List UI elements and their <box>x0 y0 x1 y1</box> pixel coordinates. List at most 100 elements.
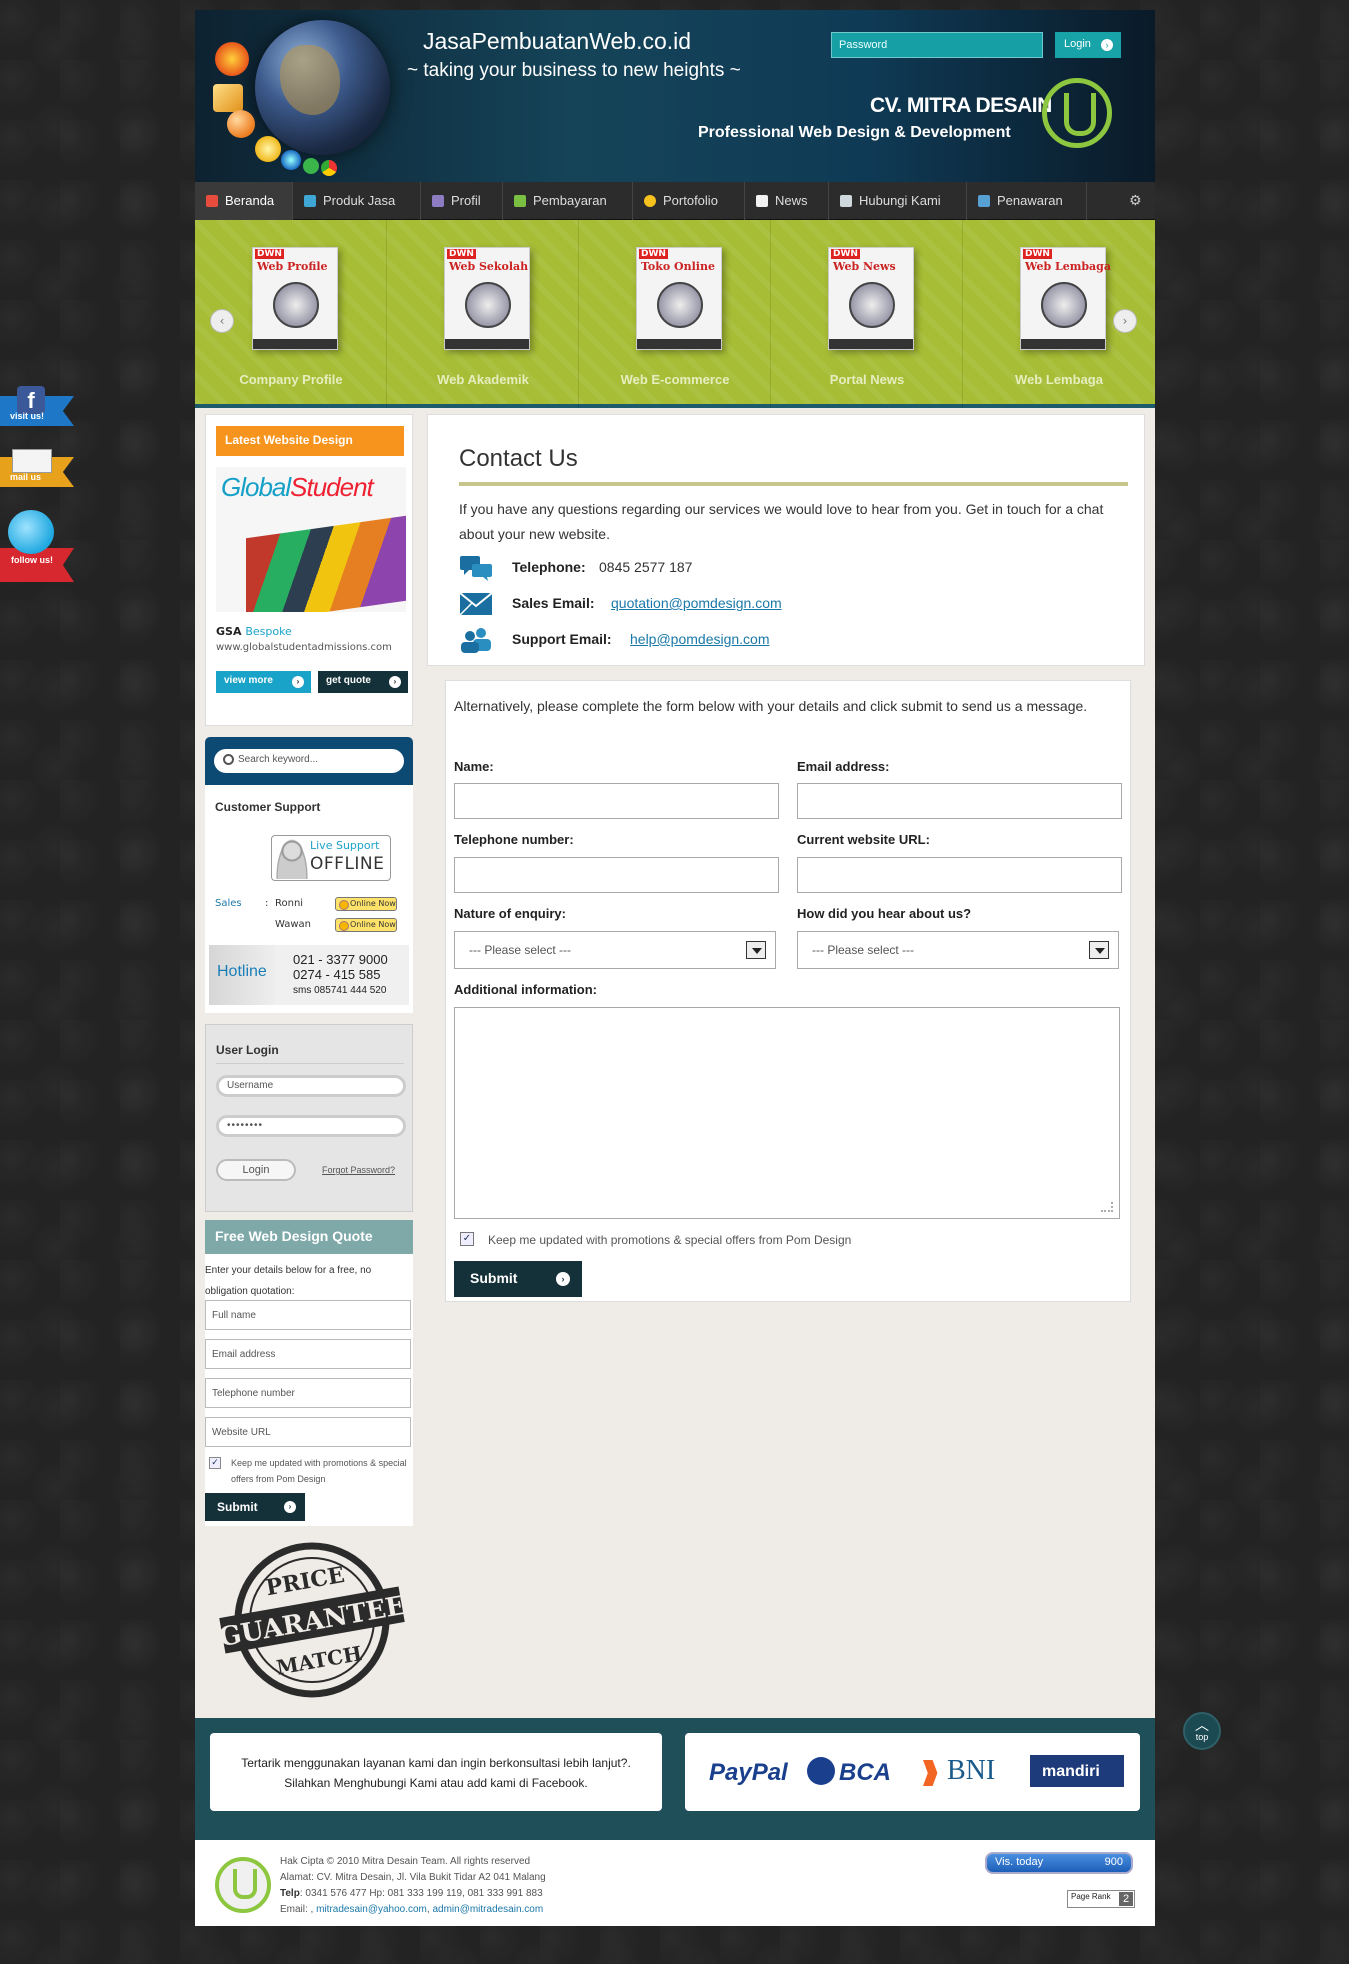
telephone-input[interactable] <box>454 857 779 893</box>
star-icon <box>644 195 656 207</box>
user-avatar-icon <box>276 839 308 879</box>
gear-icon[interactable]: ⚙ <box>1129 193 1145 209</box>
name-input[interactable] <box>454 783 779 819</box>
additional-info-textarea[interactable] <box>454 1007 1120 1219</box>
header-password-input[interactable]: Password <box>831 32 1043 58</box>
live-support-label: Live Support <box>310 839 380 852</box>
company-name: CV. MITRA DESAIN <box>870 94 1052 117</box>
username-input[interactable]: Username <box>216 1075 406 1097</box>
nav-item-portofolio[interactable]: Portofolio <box>633 182 745 220</box>
quote-phone-field[interactable]: Telephone number <box>205 1378 411 1408</box>
paypal-logo: PayPal <box>709 1759 788 1786</box>
people-icon <box>461 628 491 653</box>
box-footer <box>829 339 913 349</box>
arrow-right-icon: › <box>284 1501 296 1513</box>
mitra-desain-logo-icon <box>1042 78 1112 148</box>
sales-email-link[interactable]: quotation@pomdesign.com <box>611 595 782 611</box>
twitter-follow-button[interactable]: follow us! <box>0 510 74 582</box>
contact-form: Alternatively, please complete the form … <box>445 680 1131 1302</box>
envelope-icon <box>12 449 52 473</box>
bca-emblem-icon <box>807 1757 835 1785</box>
slide-web-ecommerce[interactable]: DWN Toko Online Web E-commerce <box>579 220 771 408</box>
envelope-icon <box>459 592 493 616</box>
slider-prev-arrow-icon[interactable]: ‹ <box>210 309 234 333</box>
quote-submit-button[interactable]: Submit › <box>205 1493 305 1521</box>
nav-item-hubungi-kami[interactable]: Hubungi Kami <box>829 182 967 220</box>
email-input[interactable] <box>797 783 1122 819</box>
box-title: Web Sekolah <box>449 260 529 273</box>
free-quote-heading: Free Web Design Quote <box>205 1220 413 1254</box>
customer-support-widget: Customer Support Live Support OFFLINE Sa… <box>205 785 413 1013</box>
forgot-password-link[interactable]: Forgot Password? <box>322 1165 395 1175</box>
updates-checkbox[interactable]: ✓ <box>460 1232 474 1246</box>
online-status-badge[interactable]: Online Now <box>335 897 397 911</box>
password-input[interactable]: •••••••• <box>216 1115 406 1137</box>
slider-next-arrow-icon[interactable]: › <box>1113 309 1137 333</box>
mail-us-button[interactable]: mail us <box>0 447 74 487</box>
quote-full-name-field[interactable]: Full name <box>205 1300 411 1330</box>
resize-grip-icon[interactable] <box>1101 1202 1113 1212</box>
website-url-input[interactable] <box>797 857 1122 893</box>
slide-label: Web Lembaga <box>1015 372 1103 387</box>
pagerank-badge[interactable]: Page Rank 2 <box>1067 1890 1135 1908</box>
top-label: top <box>1195 1732 1209 1742</box>
stamp-bottom-text: MATCH <box>275 1641 364 1680</box>
additional-info-label: Additional information: <box>454 982 597 997</box>
email-label: Email: , <box>280 1904 314 1915</box>
nav-item-profil[interactable]: Profil <box>421 182 503 220</box>
slide-web-akademik[interactable]: DWN Web Sekolah Web Akademik <box>387 220 579 408</box>
cubes-icon <box>304 195 316 207</box>
dwn-tag: DWN <box>255 249 284 259</box>
slide-portal-news[interactable]: DWN Web News Portal News <box>771 220 963 408</box>
quote-email-field[interactable]: Email address <box>205 1339 411 1369</box>
online-status-badge[interactable]: Online Now <box>335 918 397 932</box>
support-email-link[interactable]: help@pomdesign.com <box>630 631 770 647</box>
envelope-icon <box>840 195 852 207</box>
dwn-tag: DWN <box>639 249 668 259</box>
nav-label: Portofolio <box>663 193 718 208</box>
slide-label: Company Profile <box>239 372 343 387</box>
nav-label: Hubungi Kami <box>859 193 941 208</box>
sales-label: Sales <box>215 898 242 909</box>
contact-panel: Contact Us If you have any questions reg… <box>427 414 1145 666</box>
nav-item-produk-jasa[interactable]: Produk Jasa <box>293 182 421 220</box>
bni-logo: BNI <box>947 1755 996 1786</box>
get-quote-button[interactable]: get quote › <box>318 671 408 693</box>
nav-item-penawaran[interactable]: Penawaran <box>967 182 1087 220</box>
nature-of-enquiry-select[interactable]: --- Please select --- <box>454 931 776 969</box>
nav-label: Pembayaran <box>533 193 607 208</box>
how-did-you-hear-select[interactable]: --- Please select --- <box>797 931 1119 969</box>
latest-design-thumbnail[interactable]: GlobalStudent <box>216 467 406 612</box>
updates-label: Keep me updated with promotions & specia… <box>488 1233 852 1247</box>
dwn-tag: DWN <box>447 249 476 259</box>
design-name: GSA Bespoke <box>216 625 292 638</box>
arrow-right-icon: › <box>1101 39 1113 51</box>
back-to-top-button[interactable]: ︿ top <box>1183 1712 1221 1750</box>
login-button[interactable]: Login <box>216 1159 296 1181</box>
nav-item-beranda[interactable]: Beranda <box>195 182 293 220</box>
nav-item-pembayaran[interactable]: Pembayaran <box>503 182 633 220</box>
cta-line-1: Tertarik menggunakan layanan kami dan in… <box>241 1756 631 1770</box>
cta-line-2: Silahkan Menghubungi Kami atau add kami … <box>284 1776 588 1790</box>
home-icon <box>206 195 218 207</box>
quote-updates-label: Keep me updated with promotions & specia… <box>231 1458 407 1484</box>
submit-button[interactable]: Submit › <box>454 1261 582 1297</box>
box-title: Web Profile <box>257 260 328 273</box>
live-support-badge[interactable]: Live Support OFFLINE <box>271 835 391 881</box>
view-more-button[interactable]: view more › <box>216 671 311 693</box>
note-icon <box>756 195 768 207</box>
quote-updates-checkbox[interactable]: ✓ <box>209 1457 221 1469</box>
email-label: Email address: <box>797 759 890 774</box>
ie-icon <box>281 150 301 170</box>
header-login-button[interactable]: Login › <box>1055 32 1121 58</box>
support-person-wawan: Wawan <box>275 919 312 930</box>
facebook-visit-button[interactable]: f visit us! <box>0 386 74 426</box>
design-name-link[interactable]: Bespoke <box>245 625 292 638</box>
quote-website-field[interactable]: Website URL <box>205 1417 411 1447</box>
nav-item-news[interactable]: News <box>745 182 829 220</box>
search-input[interactable]: Search keyword... <box>214 749 404 773</box>
email-link-1[interactable]: mitradesain@yahoo.com <box>316 1904 427 1915</box>
email-link-2[interactable]: admin@mitradesain.com <box>432 1904 543 1915</box>
box-footer <box>637 339 721 349</box>
firefox-icon <box>215 42 249 76</box>
